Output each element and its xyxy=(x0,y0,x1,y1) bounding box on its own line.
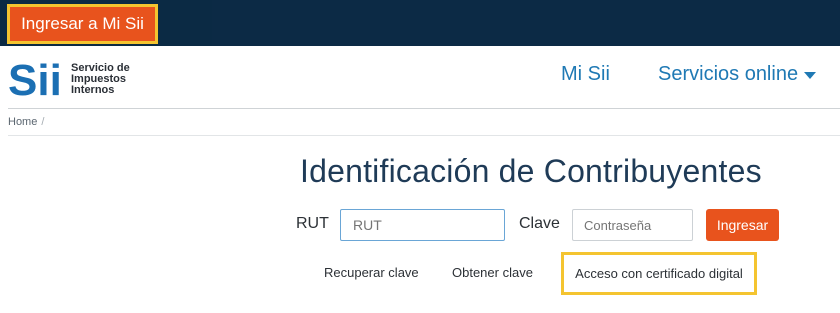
page-title: Identificación de Contribuyentes xyxy=(300,153,762,189)
caret-down-icon xyxy=(804,72,817,79)
obtener-clave-link[interactable]: Obtener clave xyxy=(452,265,533,280)
breadcrumb: Home / xyxy=(8,116,44,128)
certificado-digital-link[interactable]: Acceso con certificado digital xyxy=(561,252,757,295)
logo-line-3: Internos xyxy=(71,84,115,96)
clave-input[interactable] xyxy=(572,209,693,241)
nav-servicios-label: Servicios online xyxy=(658,63,799,85)
nav-divider xyxy=(8,108,840,109)
breadcrumb-separator: / xyxy=(41,116,45,128)
svg-text:Sii: Sii xyxy=(8,56,62,99)
sii-logo-mark: Sii xyxy=(8,56,62,99)
nav-servicios-online[interactable]: Servicios online xyxy=(658,63,817,86)
breadcrumb-home[interactable]: Home xyxy=(8,116,37,128)
breadcrumb-divider xyxy=(8,135,840,136)
top-bar-right xyxy=(212,0,840,46)
rut-label: RUT xyxy=(296,215,329,232)
clave-label: Clave xyxy=(519,215,560,232)
ingresar-button[interactable]: Ingresar xyxy=(706,209,779,241)
certificado-digital-label: Acceso con certificado digital xyxy=(575,266,743,281)
rut-input[interactable] xyxy=(340,209,505,241)
logo-text: Servicio de Impuestos Internos xyxy=(71,63,130,96)
nav-mi-sii-link[interactable]: Mi Sii xyxy=(561,63,610,86)
recuperar-clave-link[interactable]: Recuperar clave xyxy=(324,265,419,280)
ingresar-mi-sii-button[interactable]: Ingresar a Mi Sii xyxy=(7,4,158,44)
sii-logo[interactable]: Sii Servicio de Impuestos Internos xyxy=(8,55,138,99)
